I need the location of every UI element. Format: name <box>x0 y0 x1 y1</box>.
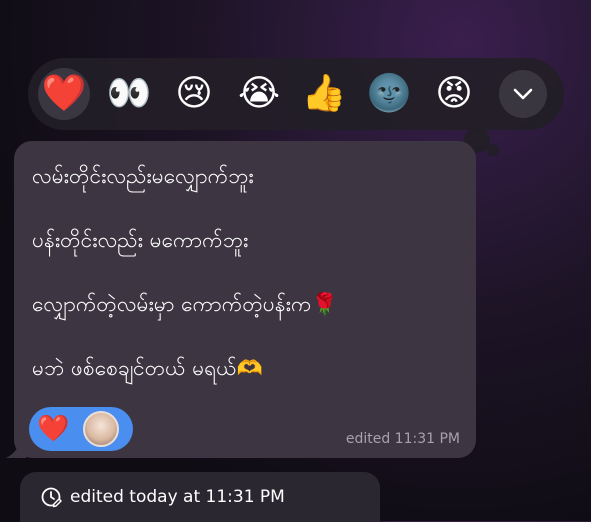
chevron-down-icon <box>513 88 533 100</box>
reaction-bar: ❤️ 👀 😢 😭 👍 🌚 😡 <box>28 58 564 130</box>
reaction-crying-face[interactable]: 😢 <box>168 68 220 120</box>
more-reactions-button[interactable] <box>499 70 547 118</box>
message-bubble[interactable]: လမ်းတိုင်းလည်းမလျှောက်ဘူး ပန်းတိုင်းလည်း… <box>14 141 476 458</box>
edit-history-label: edited today at 11:31 PM <box>70 487 285 507</box>
reaction-loudly-crying-face[interactable]: 😭 <box>233 68 285 120</box>
edit-clock-icon <box>41 487 62 508</box>
heart-reaction-icon: ❤️ <box>37 414 70 444</box>
reaction-new-moon-face[interactable]: 🌚 <box>363 68 415 120</box>
message-tail <box>6 440 26 458</box>
message-reactions[interactable]: ❤️ <box>29 407 133 451</box>
reaction-bar-tail-dot <box>487 144 499 156</box>
message-line: မဘဲ ဖစ်စေချင်တယ် မရယ်🫶 <box>32 356 263 380</box>
message-line: ပန်းတိုင်းလည်း မကောက်ဘူး <box>32 228 249 252</box>
reaction-eyes[interactable]: 👀 <box>103 68 155 120</box>
avatar <box>83 411 120 447</box>
reaction-heart[interactable]: ❤️ <box>38 68 90 120</box>
message-line: လမ်းတိုင်းလည်းမလျှောက်ဘူး <box>32 164 254 188</box>
edit-history-bar[interactable]: edited today at 11:31 PM <box>20 472 380 522</box>
reaction-pouting-face[interactable]: 😡 <box>428 68 480 120</box>
reaction-thumbs-up[interactable]: 👍 <box>298 68 350 120</box>
message-line: လျှောက်တဲ့လမ်းမှာ ကောက်တဲ့ပန်းက🌹 <box>32 292 338 316</box>
edited-timestamp: edited 11:31 PM <box>345 431 460 447</box>
